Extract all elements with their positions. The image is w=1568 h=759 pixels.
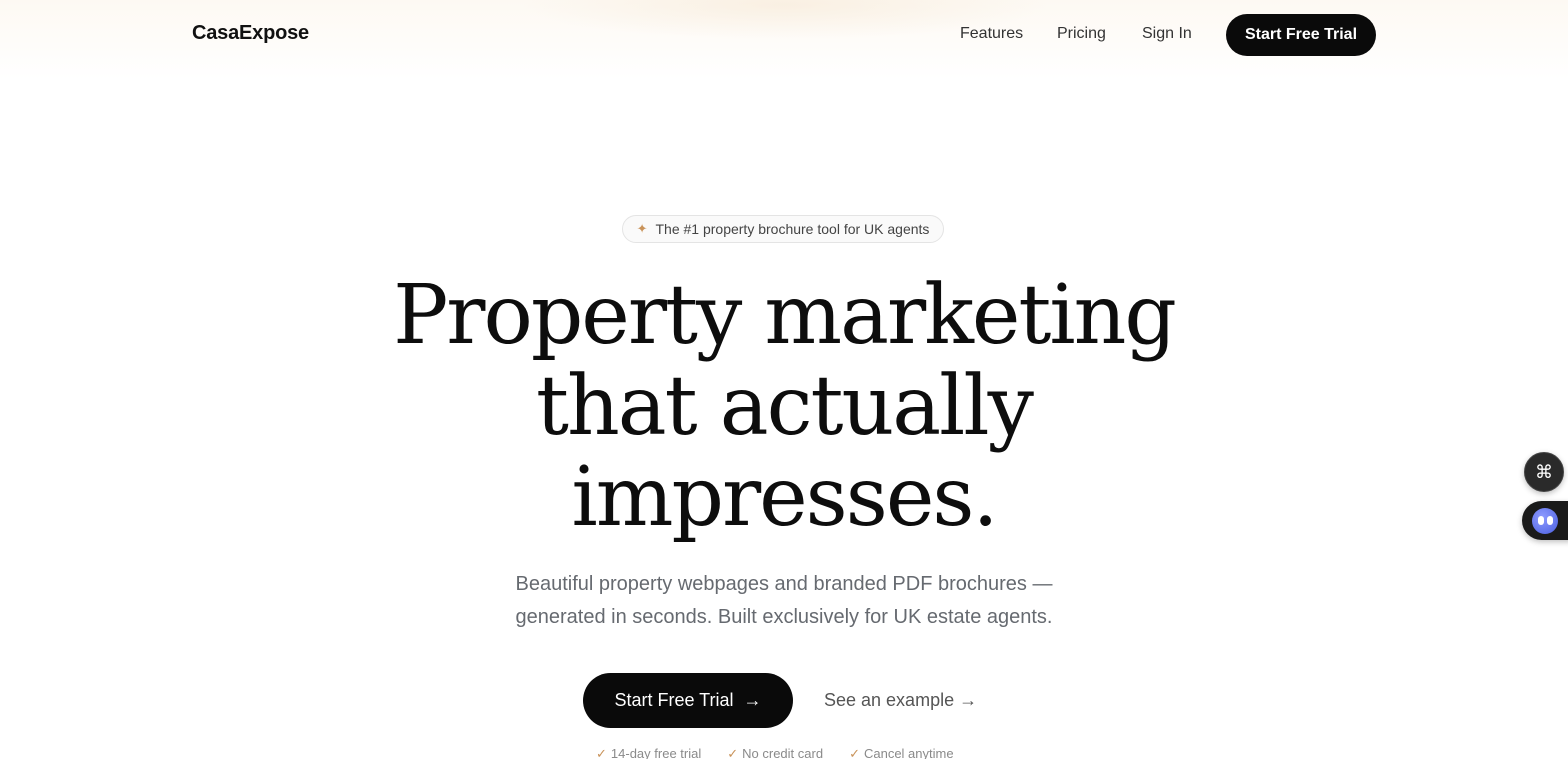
assistant-widget[interactable] [1522, 501, 1568, 540]
see-example-link[interactable]: See an example → [824, 690, 977, 711]
assistant-bot-icon [1532, 507, 1558, 534]
hero-start-trial-button[interactable]: Start Free Trial → [583, 673, 793, 728]
nav-start-trial-button[interactable]: Start Free Trial [1226, 14, 1376, 56]
check-icon: ✓ [596, 746, 607, 759]
check-label: Cancel anytime [863, 746, 954, 759]
nav-link-sign-in[interactable]: Sign In [1142, 25, 1192, 43]
hero-checks: ✓ 14-day free trial ✓ No credit card ✓ C… [596, 746, 954, 759]
subtitle-line-2: generated in seconds. Built exclusively … [515, 606, 1053, 628]
hero-badge: ✦ The #1 property brochure tool for UK a… [622, 215, 944, 243]
logo[interactable]: CasaExpose [192, 22, 309, 45]
landing-page: CasaExpose Features Pricing Sign In Star… [0, 0, 1568, 759]
hero-subtitle: Beautiful property webpages and branded … [434, 568, 1134, 634]
check-item: ✓ 14-day free trial [596, 746, 701, 759]
headline-line-3: impresses. [571, 450, 998, 545]
check-label: No credit card [742, 746, 824, 759]
hero-headline: Property marketing that actually impress… [300, 270, 1268, 543]
check-item: ✓ No credit card [727, 746, 823, 759]
top-nav: CasaExpose Features Pricing Sign In Star… [0, 0, 1568, 70]
sparkle-icon: ✦ [636, 221, 648, 236]
subtitle-line-1: Beautiful property webpages and branded … [515, 573, 1053, 595]
check-icon: ✓ [849, 746, 860, 759]
badge-text: The #1 property brochure tool for UK age… [655, 221, 930, 237]
check-label: 14-day free trial [610, 746, 702, 759]
nav-link-pricing[interactable]: Pricing [1057, 25, 1106, 43]
check-item: ✓ Cancel anytime [849, 746, 954, 759]
check-icon: ✓ [727, 746, 739, 759]
nav-link-features[interactable]: Features [960, 25, 1023, 43]
headline-line-2: that actually [536, 359, 1034, 454]
headline-line-1: Property marketing [393, 268, 1177, 363]
command-icon[interactable]: ⌘ [1524, 452, 1564, 492]
arrow-right-icon: → [743, 690, 762, 710]
hero-start-trial-label: Start Free Trial [614, 690, 734, 710]
